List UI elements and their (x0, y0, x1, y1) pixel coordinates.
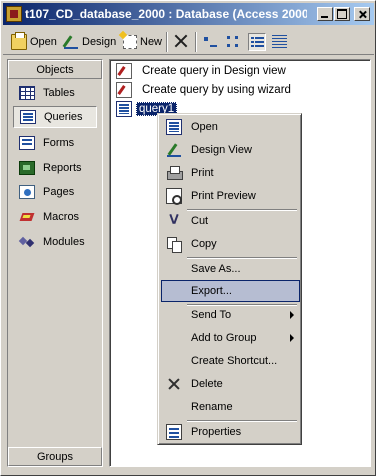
design-button-label: Design (82, 36, 117, 48)
sidebar-item-macros[interactable]: Macros (13, 206, 97, 228)
sidebar-item-queries[interactable]: Queries (13, 106, 97, 128)
menu-item-properties[interactable]: Properties (161, 421, 300, 443)
menu-item-add-to-group[interactable]: Add to Group (161, 327, 300, 349)
sidebar-item-forms[interactable]: Forms (13, 132, 97, 154)
menu-item-export[interactable]: Export... (161, 280, 300, 302)
open-icon (11, 32, 27, 50)
groups-header[interactable]: Groups (8, 447, 102, 466)
sidebar-item-reports[interactable]: Reports (13, 157, 97, 179)
design-button[interactable]: Design (61, 31, 118, 53)
objects-header[interactable]: Objects (8, 60, 102, 79)
macro-icon (19, 210, 35, 224)
menu-item-label: Delete (191, 378, 223, 390)
print-preview-icon (166, 188, 182, 205)
details-view-icon[interactable] (271, 33, 289, 51)
properties-icon (166, 424, 182, 440)
sidebar-item-modules[interactable]: Modules (13, 231, 97, 253)
query-icon (20, 110, 36, 124)
sidebar-item-label: Reports (43, 162, 82, 174)
delete-icon[interactable] (173, 33, 189, 49)
new-button[interactable]: New (121, 31, 164, 53)
submenu-arrow-icon (290, 334, 294, 342)
open-button[interactable]: Open (9, 31, 59, 53)
menu-item-label: Open (191, 121, 218, 133)
design-wizard-icon (116, 63, 132, 79)
menu-item-save-as[interactable]: Save As... (161, 258, 300, 280)
module-icon (19, 235, 35, 249)
maximize-button[interactable] (334, 7, 350, 21)
menu-item-label: Export... (191, 285, 232, 297)
menu-item-label: Create Shortcut... (191, 355, 278, 367)
title-bar[interactable]: t107_CD_database_2000 : Database (Access… (3, 3, 374, 25)
list-item-label: Create query in Design view (142, 65, 286, 77)
context-menu: Open Design View Print Print Preview Cut… (157, 113, 302, 445)
menu-item-delete[interactable]: Delete (161, 373, 300, 395)
objects-bar: Objects Tables Queries Forms Reports Pag… (7, 59, 103, 467)
small-icons-icon[interactable] (225, 33, 243, 51)
menu-item-print-preview[interactable]: Print Preview (161, 185, 300, 207)
query-icon (116, 101, 132, 117)
design-view-icon (166, 142, 182, 158)
menu-item-label: Print Preview (191, 190, 256, 202)
sidebar-item-label: Macros (43, 211, 80, 223)
sidebar-item-label: Tables (43, 87, 75, 99)
database-toolbar: Open Design New (3, 27, 374, 55)
menu-item-label: Properties (191, 426, 242, 438)
design-icon (63, 34, 79, 50)
menu-item-label: Cut (191, 215, 209, 227)
list-view-icon[interactable] (248, 33, 266, 51)
menu-item-open[interactable]: Open (161, 116, 300, 138)
database-icon[interactable] (6, 6, 22, 22)
delete-icon (166, 376, 182, 392)
scissors-icon (166, 213, 182, 229)
close-button[interactable] (354, 7, 370, 21)
list-item[interactable]: Create query by using wizard (116, 81, 291, 99)
menu-item-label: Save As... (191, 263, 241, 275)
query-wizard-icon (116, 82, 132, 98)
minimize-button[interactable] (317, 7, 333, 21)
open-button-label: Open (30, 36, 57, 48)
menu-item-label: Add to Group (191, 332, 257, 344)
menu-item-print[interactable]: Print (161, 162, 300, 184)
list-item-label: Create query by using wizard (142, 84, 291, 96)
menu-item-label: Send To (191, 309, 232, 321)
sidebar-item-label: Pages (43, 186, 75, 198)
sidebar-item-tables[interactable]: Tables (13, 82, 97, 104)
table-icon (19, 86, 35, 100)
submenu-arrow-icon (290, 311, 294, 319)
list-item[interactable]: Create query in Design view (116, 62, 286, 80)
window-title: t107_CD_database_2000 : Database (Access… (25, 7, 307, 21)
large-icons-icon[interactable] (201, 33, 219, 51)
menu-item-label: Copy (191, 238, 217, 250)
page-icon (19, 185, 35, 199)
sidebar-item-label: Modules (43, 236, 85, 248)
menu-item-label: Rename (191, 401, 233, 413)
sidebar-item-label: Queries (44, 111, 83, 123)
new-object-icon (123, 35, 137, 49)
menu-item-cut[interactable]: Cut (161, 210, 300, 232)
menu-item-copy[interactable]: Copy (161, 233, 300, 255)
menu-item-label: Print (191, 167, 214, 179)
open-icon (166, 119, 182, 135)
menu-item-design-view[interactable]: Design View (161, 139, 300, 161)
form-icon (19, 136, 35, 150)
toolbar-separator (166, 32, 168, 52)
menu-item-label: Design View (191, 144, 252, 156)
menu-item-send-to[interactable]: Send To (161, 304, 300, 326)
menu-item-rename[interactable]: Rename (161, 396, 300, 418)
copy-icon (166, 236, 182, 253)
sidebar-item-label: Forms (43, 137, 75, 149)
report-icon (19, 161, 35, 175)
menu-item-create-shortcut[interactable]: Create Shortcut... (161, 350, 300, 372)
print-icon (166, 165, 183, 181)
new-button-label: New (140, 36, 163, 48)
sidebar-item-pages[interactable]: Pages (13, 181, 97, 203)
toolbar-separator (195, 32, 197, 52)
